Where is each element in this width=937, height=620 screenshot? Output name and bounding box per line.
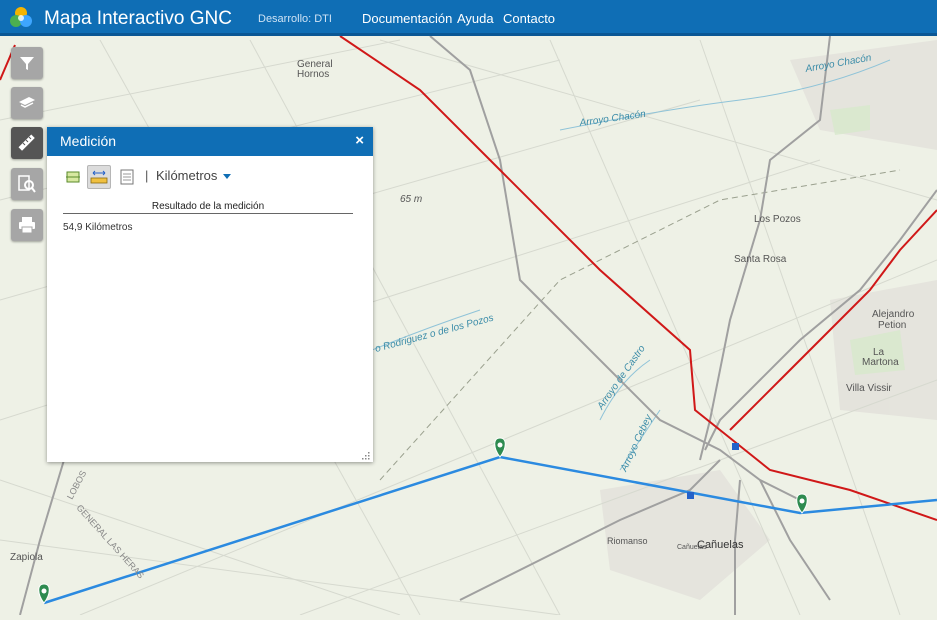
label-la-martona: Martona	[862, 357, 899, 368]
label-alejandro-petion: Alejandro	[872, 309, 915, 320]
label-romanso: Riomanso	[607, 536, 648, 546]
search-icon	[18, 175, 36, 193]
label-elevation: 65 m	[400, 194, 422, 205]
nav-link-contacto[interactable]: Contacto	[503, 11, 555, 26]
print-icon	[19, 217, 35, 234]
label-canuelas: Cañuelas	[697, 539, 744, 551]
search-button[interactable]	[11, 168, 43, 200]
developer-label: Desarrollo: DTI	[258, 13, 332, 25]
label-zapiola: Zapiola	[10, 552, 43, 563]
panel-header: Medición ×	[47, 127, 373, 156]
label-los-pozos: Los Pozos	[754, 214, 801, 225]
location-icon	[120, 169, 134, 185]
nav-link-documentacion[interactable]: Documentación	[362, 11, 452, 26]
resize-grip-icon[interactable]	[362, 452, 370, 460]
label-villa-vissir: Villa Vissir	[846, 383, 892, 394]
unit-dropdown[interactable]: Kilómetros	[156, 168, 232, 183]
toolbar-separator: |	[145, 168, 149, 183]
location-tool-button[interactable]	[115, 165, 139, 189]
area-icon	[66, 171, 80, 183]
app-logo-icon	[10, 7, 32, 27]
panel-title: Medición	[60, 133, 117, 149]
measurement-toolbar: | Kilómetros	[61, 165, 361, 189]
print-button[interactable]	[11, 209, 43, 241]
label-santa-rosa: Santa Rosa	[734, 254, 787, 265]
result-value: 54,9 Kilómetros	[63, 222, 133, 233]
filter-icon	[20, 57, 34, 70]
label-alejandro-petion: Petion	[878, 320, 906, 331]
nav-link-ayuda[interactable]: Ayuda	[457, 11, 494, 26]
station-icon	[687, 492, 694, 499]
distance-icon	[90, 170, 108, 184]
measure-button[interactable]	[11, 127, 43, 159]
label-general-hornos: Hornos	[297, 69, 329, 80]
area-tool-button[interactable]	[61, 165, 85, 189]
app-title: Mapa Interactivo GNC	[44, 8, 232, 29]
close-button[interactable]: ×	[355, 132, 364, 149]
station-icon	[732, 443, 739, 450]
result-header: Resultado de la medición	[63, 201, 353, 214]
chevron-down-icon	[223, 174, 232, 180]
ruler-icon	[18, 134, 35, 151]
basemap-icon	[19, 97, 35, 108]
filter-button[interactable]	[11, 47, 43, 79]
basemap-button[interactable]	[11, 87, 43, 119]
app-header: Mapa Interactivo GNC Desarrollo: DTI Doc…	[0, 0, 937, 36]
measurement-panel: Medición × | Kilómetros Resultado de la …	[47, 127, 373, 462]
unit-dropdown-value: Kilómetros	[156, 168, 218, 183]
distance-tool-button[interactable]	[87, 165, 111, 189]
